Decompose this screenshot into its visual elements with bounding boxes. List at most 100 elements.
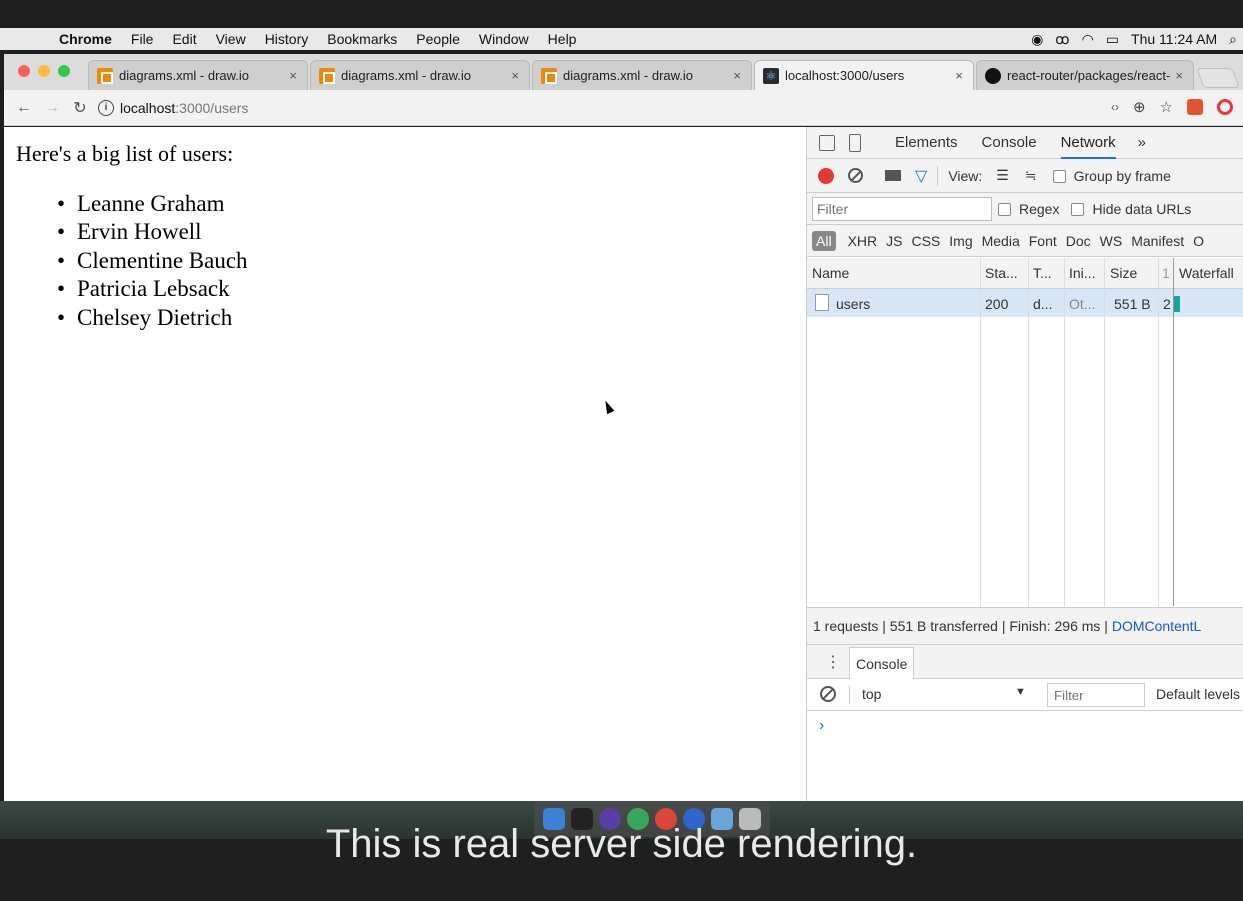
more-options-icon[interactable]: ⋮ [825, 652, 841, 672]
network-summary: 1 requests | 551 B transferred | Finish:… [807, 607, 1243, 645]
column-header-waterfall[interactable]: Waterfall [1179, 265, 1234, 281]
waterfall-bar [1174, 296, 1180, 312]
type-filter-other[interactable]: O [1193, 233, 1204, 249]
column-header-status[interactable]: Sta... [985, 265, 1018, 281]
record-status-icon[interactable]: ◉ [1031, 31, 1043, 48]
drawio-icon [97, 67, 113, 84]
context-selector[interactable]: top [862, 686, 881, 702]
list-view-icon[interactable]: ☰ [996, 167, 1009, 184]
column-header-time[interactable]: 1 [1162, 265, 1170, 281]
opera-extension-icon[interactable] [1217, 99, 1233, 115]
address-bar: ← → ↻ i localhost:3000/users ‹› ⊕ ☆ [4, 90, 1243, 126]
column-header-type[interactable]: T... [1033, 265, 1052, 281]
device-toolbar-icon[interactable] [849, 133, 861, 152]
close-tab-icon[interactable]: × [511, 68, 519, 83]
menu-bookmarks[interactable]: Bookmarks [327, 31, 397, 47]
log-levels-dropdown[interactable]: Default levels [1156, 686, 1240, 702]
type-filter-img[interactable]: Img [949, 233, 972, 249]
more-tabs-icon[interactable]: » [1138, 127, 1146, 159]
request-status: 200 [985, 296, 1009, 312]
extension-icon[interactable] [1187, 99, 1203, 115]
zoom-icon[interactable]: ⊕ [1133, 98, 1146, 116]
clock[interactable]: Thu 11:24 AM [1131, 31, 1217, 47]
regex-label: Regex [1019, 200, 1060, 217]
request-name: users [836, 296, 871, 312]
console-filter-input[interactable] [1047, 683, 1145, 707]
tab-title: diagrams.xml - draw.io [563, 68, 694, 83]
forward-arrow-icon[interactable]: → [38, 99, 66, 117]
drawio-icon [319, 67, 335, 84]
close-tab-icon[interactable]: × [1175, 68, 1183, 83]
info-icon[interactable]: i [98, 99, 114, 116]
waterfall-view-icon[interactable]: ≒ [1025, 167, 1037, 184]
tab-elements[interactable]: Elements [895, 127, 958, 159]
reload-icon[interactable]: ↻ [66, 98, 94, 118]
menu-people[interactable]: People [416, 31, 460, 47]
type-filter-css[interactable]: CSS [911, 233, 940, 249]
zoom-window-icon[interactable] [58, 65, 70, 77]
url-input[interactable]: i localhost:3000/users [98, 96, 1098, 120]
type-filter-ws[interactable]: WS [1100, 233, 1123, 249]
tab-title: diagrams.xml - draw.io [119, 68, 250, 83]
bookmark-star-icon[interactable]: ☆ [1160, 98, 1173, 116]
browser-tab-active[interactable]: ⚛ localhost:3000/users × [754, 60, 974, 90]
capture-screenshots-icon[interactable] [885, 170, 901, 181]
browser-tab[interactable]: diagrams.xml - draw.io × [88, 60, 308, 90]
type-filter-xhr[interactable]: XHR [848, 233, 878, 249]
request-size: 551 B [1114, 296, 1151, 312]
type-filter-font[interactable]: Font [1029, 233, 1057, 249]
browser-tab[interactable]: react-router/packages/react- × [976, 60, 1194, 90]
close-tab-icon[interactable]: × [733, 68, 741, 83]
menu-history[interactable]: History [265, 31, 309, 47]
glasses-icon[interactable]: ꝏ [1055, 31, 1069, 48]
wifi-icon[interactable]: ◠ [1082, 31, 1094, 48]
hide-data-urls-checkbox[interactable]: Hide data URLs [1071, 201, 1191, 217]
type-filter-manifest[interactable]: Manifest [1131, 233, 1184, 249]
type-filter-doc[interactable]: Doc [1066, 233, 1091, 249]
mac-menubar: Chrome File Edit View History Bookmarks … [0, 28, 1243, 50]
back-arrow-icon[interactable]: ← [10, 99, 38, 117]
type-filter-media[interactable]: Media [982, 233, 1020, 249]
regex-checkbox[interactable]: Regex [998, 201, 1059, 217]
menu-window[interactable]: Window [479, 31, 529, 47]
column-header-size[interactable]: Size [1110, 265, 1137, 281]
close-tab-icon[interactable]: × [289, 68, 297, 83]
column-header-name[interactable]: Name [812, 265, 849, 281]
spotlight-icon[interactable]: ⌕ [1229, 31, 1237, 48]
code-icon[interactable]: ‹› [1111, 100, 1119, 114]
close-tab-icon[interactable]: × [955, 68, 963, 83]
console-prompt[interactable]: › [819, 717, 824, 735]
dropdown-arrow-icon[interactable]: ▼ [1015, 686, 1026, 698]
menu-file[interactable]: File [131, 31, 154, 47]
minimize-window-icon[interactable] [38, 65, 50, 77]
filter-funnel-icon[interactable]: ▽ [915, 166, 927, 186]
new-tab-button[interactable] [1196, 68, 1240, 88]
devtools-tabs: Elements Console Network » [807, 127, 1243, 159]
network-filter-input[interactable] [812, 196, 992, 221]
menu-edit[interactable]: Edit [172, 31, 196, 47]
inspect-element-icon[interactable] [819, 134, 835, 151]
menu-help[interactable]: Help [548, 31, 577, 47]
clear-console-icon[interactable] [820, 686, 836, 702]
list-item: Ervin Howell [57, 218, 248, 246]
battery-icon[interactable]: ▭ [1106, 31, 1119, 48]
document-icon [815, 294, 829, 311]
group-by-frame-checkbox[interactable]: Group by frame [1052, 167, 1171, 184]
clear-icon[interactable] [848, 168, 863, 183]
drawer-tab-console[interactable]: Console [849, 647, 915, 679]
tab-network[interactable]: Network [1060, 127, 1116, 159]
domcontentloaded-link[interactable]: DOMContentL [1112, 618, 1201, 634]
type-filter-all[interactable]: All [812, 230, 836, 251]
column-header-initiator[interactable]: Ini... [1069, 265, 1095, 281]
browser-tab[interactable]: diagrams.xml - draw.io × [310, 60, 530, 90]
record-icon[interactable] [818, 167, 834, 184]
tab-title: react-router/packages/react- [1007, 68, 1171, 83]
table-row[interactable]: users 200 d... Ot... 551 B 2 [807, 289, 1243, 317]
tab-console[interactable]: Console [982, 127, 1037, 159]
browser-tab[interactable]: diagrams.xml - draw.io × [532, 60, 752, 90]
menu-view[interactable]: View [216, 31, 246, 47]
type-filter-js[interactable]: JS [886, 233, 902, 249]
menu-app[interactable]: Chrome [59, 31, 112, 47]
close-window-icon[interactable] [18, 65, 30, 77]
group-by-frame-label: Group by frame [1073, 167, 1171, 184]
